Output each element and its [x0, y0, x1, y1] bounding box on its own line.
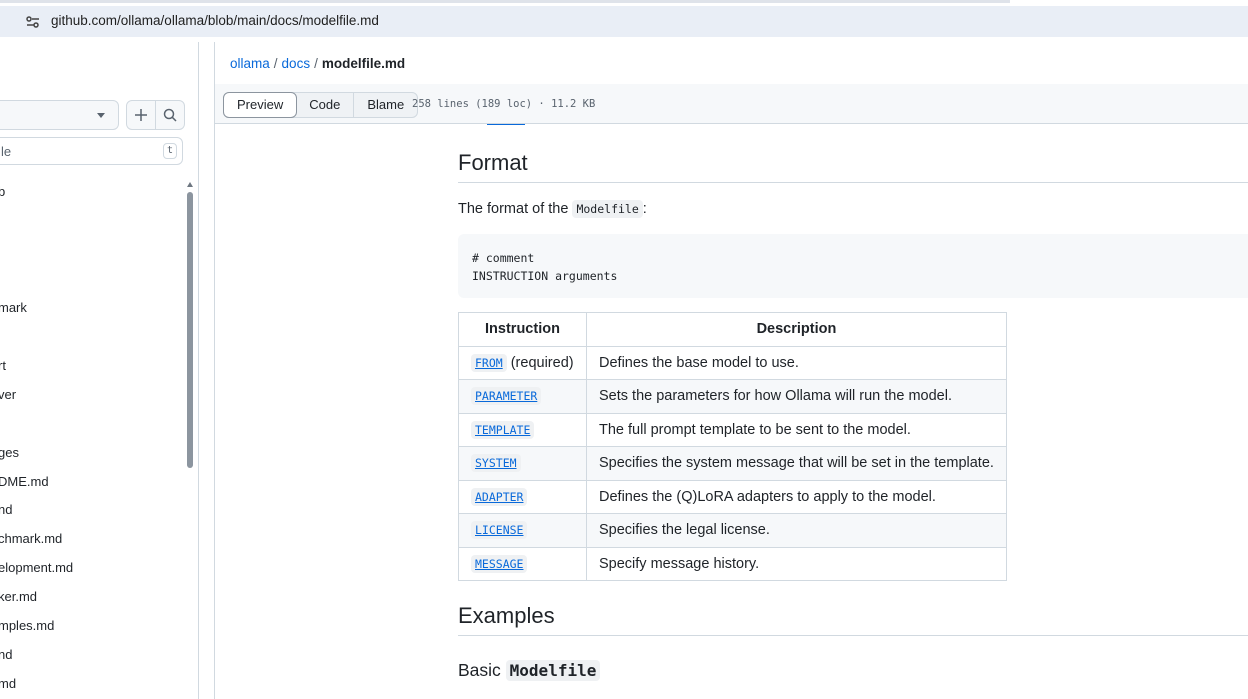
heading-text: Basic [458, 660, 506, 680]
description-cell: Defines the (Q)LoRA adapters to apply to… [586, 479, 1007, 514]
table-row: TEMPLATE The full prompt template to be s… [458, 412, 1007, 447]
instruction-cell: TEMPLATE [458, 412, 587, 447]
search-icon [163, 108, 177, 122]
instruction-link[interactable]: LICENSE [471, 521, 528, 540]
description-cell: Sets the parameters for how Ollama will … [586, 379, 1007, 414]
sidebar-scrollbar[interactable] [187, 192, 193, 468]
table-row: PARAMETER Sets the parameters for how Oll… [458, 379, 1007, 414]
heading-examples: Examples [458, 603, 555, 628]
file-tree-item[interactable]: chmark.md [0, 531, 62, 546]
breadcrumb-repo-link[interactable]: ollama [230, 56, 270, 71]
file-tree-item[interactable]: ges [0, 445, 19, 460]
file-tree-item[interactable]: DME.md [0, 474, 49, 489]
instruction-cell: SYSTEM [458, 446, 587, 481]
format-text-end: : [642, 201, 647, 217]
file-tree-item[interactable]: elopment.md [0, 560, 73, 575]
file-tree-item[interactable]: nd [0, 647, 12, 662]
file-tree-item[interactable]: mark [0, 300, 27, 315]
filter-placeholder: le [1, 144, 12, 159]
file-tree-panel: le t b mark rt ver ges DME.md nd chmark.md elopm… [0, 42, 199, 699]
code-line: # comment [472, 251, 535, 265]
code-block: # comment INSTRUCTION arguments [458, 234, 1248, 298]
address-bar[interactable]: github.com/ollama/ollama/blob/main/docs/… [0, 6, 1248, 37]
breadcrumb-current-file: modelfile.md [321, 56, 406, 71]
file-tree-item[interactable]: ver [0, 387, 16, 402]
file-tree-item[interactable]: b [0, 184, 5, 199]
keyboard-shortcut-hint: t [163, 143, 177, 159]
instruction-link[interactable]: FROM [471, 353, 507, 372]
breadcrumb-folder-link[interactable]: docs [282, 56, 311, 71]
description-cell: Specifies the legal license. [586, 513, 1007, 548]
column-header-instruction: Instruction [458, 312, 587, 347]
file-tree-item[interactable]: ker.md [0, 589, 37, 604]
instruction-link[interactable]: PARAMETER [471, 387, 542, 406]
tab-blame[interactable]: Blame [354, 93, 417, 117]
code-line: INSTRUCTION arguments [472, 269, 618, 283]
tab-code[interactable]: Code [296, 93, 355, 117]
search-button[interactable] [155, 100, 185, 130]
scroll-up-arrow-icon[interactable] [187, 182, 193, 187]
instruction-link[interactable]: SYSTEM [471, 454, 521, 473]
instruction-link[interactable]: ADAPTER [471, 487, 528, 506]
plus-icon [135, 109, 147, 121]
browser-tab-strip [0, 0, 1010, 3]
url-text[interactable]: github.com/ollama/ollama/blob/main/docs/… [51, 13, 379, 28]
instruction-note: (required) [506, 354, 574, 371]
description-cell: Defines the base model to use. [586, 345, 1007, 380]
table-row: FROM (required) Defines the base model to… [458, 345, 1007, 380]
tab-preview[interactable]: Preview [223, 92, 298, 118]
inline-code-modelfile: Modelfile [572, 200, 643, 218]
description-cell: The full prompt template to be sent to t… [586, 412, 1007, 447]
description-cell: Specify message history. [586, 546, 1007, 581]
column-header-description: Description [586, 312, 1007, 347]
table-row: LICENSE Specifies the legal license. [458, 513, 1007, 548]
table-row: ADAPTER Defines the (Q)LoRA adapters to a… [458, 479, 1007, 514]
file-tree-item[interactable]: nd [0, 502, 12, 517]
heading-divider [458, 182, 1248, 183]
breadcrumb-separator: / [273, 56, 278, 71]
instruction-cell: FROM (required) [458, 345, 587, 380]
file-stats: 258 lines (189 loc) · 11.2 KB [412, 98, 596, 110]
site-settings-icon[interactable] [25, 14, 41, 30]
format-paragraph: The format of the Modelfile: [458, 200, 647, 218]
table-row: SYSTEM Specifies the system message that … [458, 446, 1007, 481]
instruction-link[interactable]: TEMPLATE [471, 420, 535, 439]
file-tree-item[interactable]: mples.md [0, 618, 54, 633]
heading-divider [458, 635, 1248, 636]
file-tree-item[interactable]: rt [0, 358, 6, 373]
branch-selector[interactable] [0, 100, 119, 130]
go-to-file-input[interactable]: le t [0, 137, 183, 165]
file-tree-item[interactable]: md [0, 676, 16, 691]
breadcrumb-separator: / [314, 56, 318, 71]
chevron-down-icon [97, 113, 105, 118]
scrolled-link-fragment[interactable] [487, 124, 525, 126]
instruction-cell: MESSAGE [458, 546, 587, 581]
table-header-row: Instruction Description [458, 312, 1007, 347]
file-view: ollama / docs / modelfile.md Preview Code Bl… [214, 42, 1248, 699]
instructions-table: Instruction Description FROM (required) D… [458, 312, 1007, 581]
file-header-toolbar: Preview Code Blame 258 lines (189 loc) ·… [215, 84, 1248, 124]
heading-format: Format [458, 150, 528, 175]
view-mode-tabs: Preview Code Blame [223, 92, 419, 118]
heading-inline-code: Modelfile [505, 660, 601, 681]
instruction-cell: LICENSE [458, 513, 587, 548]
breadcrumb: ollama / docs / modelfile.md [230, 56, 405, 71]
add-file-button[interactable] [126, 100, 156, 130]
table-row: MESSAGE Specify message history. [458, 546, 1007, 581]
heading-basic-modelfile: Basic Modelfile [458, 660, 601, 681]
description-cell: Specifies the system message that will b… [586, 446, 1007, 481]
format-text: The format of the [458, 201, 573, 217]
instruction-link[interactable]: MESSAGE [471, 554, 528, 573]
instruction-cell: PARAMETER [458, 379, 587, 414]
instruction-cell: ADAPTER [458, 479, 587, 514]
